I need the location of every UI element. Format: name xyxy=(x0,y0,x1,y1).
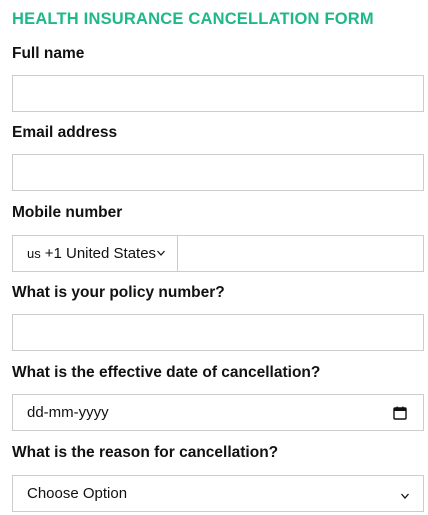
effective-date-input[interactable]: dd-mm-yyyy xyxy=(12,394,424,431)
email-field xyxy=(12,154,424,191)
calendar-icon[interactable] xyxy=(393,406,407,420)
chevron-down-icon xyxy=(156,248,165,259)
email-label: Email address xyxy=(12,124,118,141)
country-code-select[interactable]: us +1 United States xyxy=(13,236,178,271)
policy-number-field xyxy=(12,314,424,351)
chevron-down-icon xyxy=(401,490,409,502)
date-placeholder: dd-mm-yyyy xyxy=(27,404,109,421)
effective-date-label: What is the effective date of cancellati… xyxy=(12,364,321,381)
mobile-number-input[interactable] xyxy=(178,236,423,271)
form-title: HEALTH INSURANCE CANCELLATION FORM xyxy=(12,10,374,28)
full-name-label: Full name xyxy=(12,45,85,62)
full-name-input[interactable] xyxy=(13,76,423,111)
reason-selected-value: Choose Option xyxy=(27,485,128,502)
full-name-field xyxy=(12,75,424,112)
reason-select[interactable]: Choose Option xyxy=(12,475,424,512)
mobile-label: Mobile number xyxy=(12,204,123,221)
mobile-field: us +1 United States xyxy=(12,235,424,272)
reason-label: What is the reason for cancellation? xyxy=(12,444,279,461)
country-code-text: +1 United States xyxy=(44,245,157,262)
email-input[interactable] xyxy=(13,155,423,190)
policy-number-label: What is your policy number? xyxy=(12,284,225,301)
policy-number-input[interactable] xyxy=(13,315,423,350)
country-flag: us xyxy=(27,246,41,261)
